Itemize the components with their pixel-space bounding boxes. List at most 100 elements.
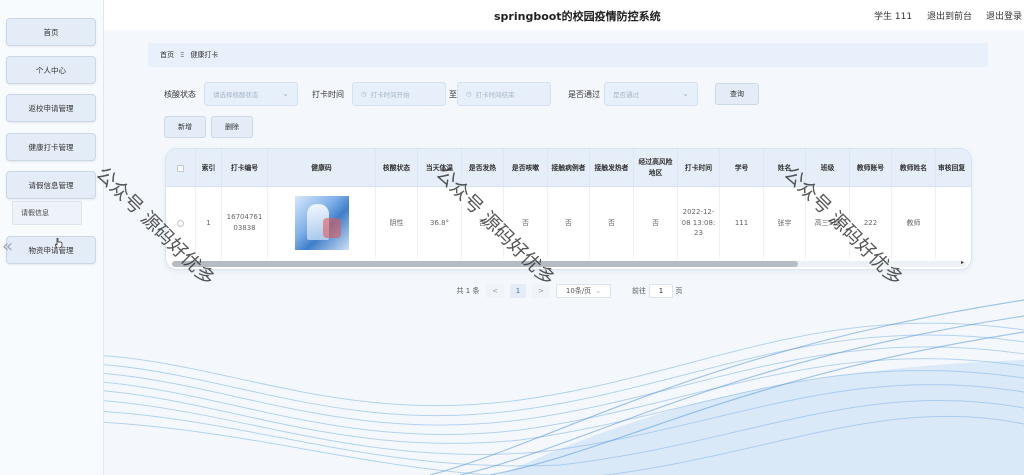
cell-name: 张宇 — [764, 187, 806, 259]
total-count: 共 1 条 — [456, 287, 480, 295]
cell-teacher-name: 教师 — [892, 187, 936, 259]
col-header-high-risk[interactable]: 经过高风险地区 — [634, 149, 678, 187]
col-header-fever[interactable]: 是否发热 — [462, 149, 504, 187]
time-end-placeholder: 打卡时间结束 — [475, 91, 515, 99]
submenu-item-label: 请假信息 — [21, 209, 49, 217]
cell-health-code — [268, 187, 376, 259]
sidebar-item-label: 请假信息管理 — [28, 180, 74, 190]
cell-time: 2022-12-08 13:08:23 — [678, 187, 720, 259]
cell-fever: 否 — [462, 187, 504, 259]
row-checkbox[interactable] — [166, 187, 196, 259]
sidebar-item-leave-management[interactable]: 请假信息管理 — [6, 171, 96, 199]
page-unit-label: 页 — [675, 287, 683, 295]
delete-button-label: 删除 — [225, 123, 239, 131]
sidebar-item-return-application[interactable]: 返校申请管理 — [6, 94, 96, 122]
chevron-down-icon: ⌄ — [682, 89, 689, 98]
sidebar-item-home[interactable]: 首页 — [6, 18, 96, 46]
breadcrumb-separator-icon: Ξ — [180, 51, 185, 59]
pass-select-placeholder: 是否通过 — [613, 91, 639, 99]
breadcrumb-current: 健康打卡 — [190, 51, 219, 59]
chevron-left-icon[interactable]: « — [2, 236, 13, 257]
cell-contact-case: 否 — [548, 187, 590, 259]
scrollbar-thumb[interactable] — [172, 261, 798, 267]
submenu-item-leave-info[interactable]: 请假信息 — [12, 201, 82, 225]
sidebar-item-profile[interactable]: 个人中心 — [6, 56, 96, 84]
col-header-contact-fever[interactable]: 接触发热者 — [590, 149, 634, 187]
col-header-checkin-no[interactable]: 打卡编号 — [222, 149, 268, 187]
clock-icon: ◷ — [466, 90, 472, 98]
clock-icon: ◷ — [361, 90, 367, 98]
col-header-temp[interactable]: 当天体温 — [418, 149, 462, 187]
time-range-separator: 至 — [449, 90, 457, 99]
hand-cursor-icon — [55, 238, 63, 248]
breadcrumb-home[interactable]: 首页 — [160, 50, 174, 60]
checkin-table: 索引 打卡编号 健康码 核酸状态 当天体温 是否发热 是否咳嗽 接触病例者 接触… — [165, 148, 972, 270]
pass-filter-label: 是否通过 — [568, 90, 600, 99]
cell-checkin-no: 1670476103838 — [222, 187, 268, 259]
health-code-image[interactable] — [294, 196, 349, 250]
table-row[interactable]: 1 1670476103838 阴性 36.8° 否 否 否 否 否 2022-… — [166, 187, 971, 259]
horizontal-scrollbar[interactable]: ▸ — [172, 259, 966, 267]
search-button-label: 查询 — [730, 90, 744, 98]
current-user: 学生 111 — [874, 12, 913, 22]
cell-cough: 否 — [504, 187, 548, 259]
add-button[interactable]: 新增 — [164, 116, 206, 138]
delete-button[interactable]: 删除 — [211, 116, 253, 138]
pass-select[interactable]: 是否通过 ⌄ — [604, 82, 698, 106]
sidebar: 首页 个人中心 返校申请管理 健康打卡管理 请假信息管理 请假信息 物资申请管理… — [0, 0, 104, 475]
cell-nucleic: 阴性 — [376, 187, 418, 259]
time-end-input[interactable]: ◷ 打卡时间结束 — [457, 82, 551, 106]
cell-index: 1 — [196, 187, 222, 259]
table-header: 索引 打卡编号 健康码 核酸状态 当天体温 是否发热 是否咳嗽 接触病例者 接触… — [166, 149, 971, 187]
chevron-down-icon: ⌄ — [282, 89, 289, 98]
cell-teacher-account: 222 — [850, 187, 892, 259]
select-all-checkbox[interactable] — [166, 149, 196, 187]
time-start-input[interactable]: ◷ 打卡时间开始 — [352, 82, 446, 106]
time-start-placeholder: 打卡时间开始 — [370, 91, 410, 99]
cell-contact-fever: 否 — [590, 187, 634, 259]
next-page-button[interactable]: > — [532, 284, 550, 298]
chevron-down-icon: ⌄ — [595, 287, 602, 295]
status-filter-label: 核酸状态 — [164, 90, 196, 99]
sidebar-item-label: 返校申请管理 — [28, 103, 74, 113]
goto-page-input[interactable]: 1 — [649, 284, 673, 298]
sidebar-item-label: 首页 — [43, 27, 59, 37]
col-header-time[interactable]: 打卡时间 — [678, 149, 720, 187]
col-header-name[interactable]: 姓名 — [764, 149, 806, 187]
status-select[interactable]: 请选择核酸状态 ⌄ — [204, 82, 298, 106]
col-header-cough[interactable]: 是否咳嗽 — [504, 149, 548, 187]
app-title: springboot的校园疫情防控系统 — [494, 10, 661, 23]
prev-page-button[interactable]: < — [486, 284, 504, 298]
time-filter-label: 打卡时间 — [312, 90, 344, 99]
goto-label: 前往 — [632, 287, 646, 295]
status-select-placeholder: 请选择核酸状态 — [213, 91, 259, 99]
top-bar: springboot的校园疫情防控系统 学生 111 退出到前台 退出登录 — [104, 0, 1024, 30]
search-button[interactable]: 查询 — [715, 83, 759, 105]
col-header-class[interactable]: 班级 — [806, 149, 850, 187]
sidebar-item-health-checkin[interactable]: 健康打卡管理 — [6, 133, 96, 161]
col-header-contact-case[interactable]: 接触病例者 — [548, 149, 590, 187]
page-size-value: 10条/页 — [565, 287, 592, 295]
col-header-teacher-name[interactable]: 教师姓名 — [892, 149, 936, 187]
col-header-nucleic[interactable]: 核酸状态 — [376, 149, 418, 187]
breadcrumb: 首页 Ξ 健康打卡 — [148, 43, 988, 67]
col-header-index[interactable]: 索引 — [196, 149, 222, 187]
add-button-label: 新增 — [178, 123, 192, 131]
sidebar-item-label: 健康打卡管理 — [28, 142, 74, 152]
col-header-health-code[interactable]: 健康码 — [268, 149, 376, 187]
sidebar-item-label: 物资申请管理 — [28, 245, 74, 255]
page-size-select[interactable]: 10条/页 ⌄ — [556, 284, 611, 298]
col-header-teacher-account[interactable]: 教师账号 — [850, 149, 892, 187]
cell-class: 高三5班 — [806, 187, 850, 259]
col-header-reply[interactable]: 审核回复 — [936, 149, 971, 187]
cell-temp: 36.8° — [418, 187, 462, 259]
back-to-frontend-link[interactable]: 退出到前台 — [927, 9, 972, 22]
logout-link[interactable]: 退出登录 — [986, 9, 1022, 22]
page-1-button[interactable]: 1 — [510, 284, 526, 298]
scroll-right-arrow-icon[interactable]: ▸ — [961, 259, 964, 266]
cell-high-risk: 否 — [634, 187, 678, 259]
col-header-student-no[interactable]: 学号 — [720, 149, 764, 187]
sidebar-item-supplies-application[interactable]: 物资申请管理 — [6, 236, 96, 264]
cell-student-no: 111 — [720, 187, 764, 259]
cell-reply — [936, 187, 971, 259]
